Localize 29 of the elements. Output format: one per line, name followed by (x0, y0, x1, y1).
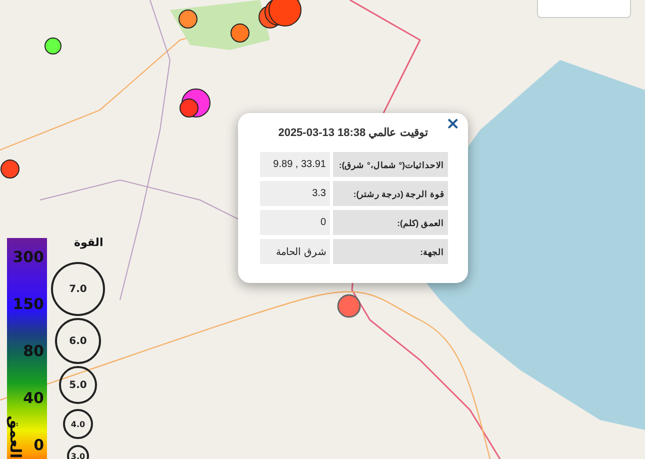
field-value: شرق الحامة (260, 239, 330, 264)
earthquake-marker[interactable] (268, 0, 302, 26)
scale-label: 300 (12, 247, 45, 268)
field-value: 0 (260, 210, 330, 235)
field-label: الاحداثيات(° شمال،° شرق): (333, 152, 448, 177)
field-label: العمق (كلم): (333, 210, 448, 235)
scale-label: 0 (34, 435, 45, 456)
legend-title: العمق (6, 416, 24, 458)
field-value: 3.3 (260, 181, 330, 206)
magnitude-circle: 5.0 (59, 366, 97, 404)
magnitude-circle: 4.0 (63, 409, 93, 439)
scale-label: 80 (23, 341, 45, 362)
field-label: الجهة: (333, 239, 448, 264)
field-label: قوة الرجة (درجة رشتر): (333, 181, 448, 206)
scale-label: 150 (12, 294, 45, 315)
magnitude-circle: 7.0 (51, 262, 105, 316)
legend-title: القوة (74, 236, 104, 249)
close-button[interactable]: × (442, 115, 464, 133)
field-value: 9.89 , 33.91 (260, 152, 330, 177)
earthquake-marker[interactable] (337, 294, 361, 318)
magnitude-circle: 6.0 (55, 318, 101, 364)
earthquake-marker[interactable] (180, 98, 198, 118)
popup-title: 2025-03-13 18:38 توقيت عالمي (277, 126, 429, 139)
earthquake-marker[interactable] (178, 10, 198, 28)
magnitude-circle: 3.0 (67, 445, 89, 459)
earthquake-marker[interactable] (44, 38, 62, 54)
earthquake-marker[interactable] (230, 24, 250, 42)
earthquake-marker[interactable] (0, 160, 20, 178)
scale-label: 40 (23, 388, 45, 409)
